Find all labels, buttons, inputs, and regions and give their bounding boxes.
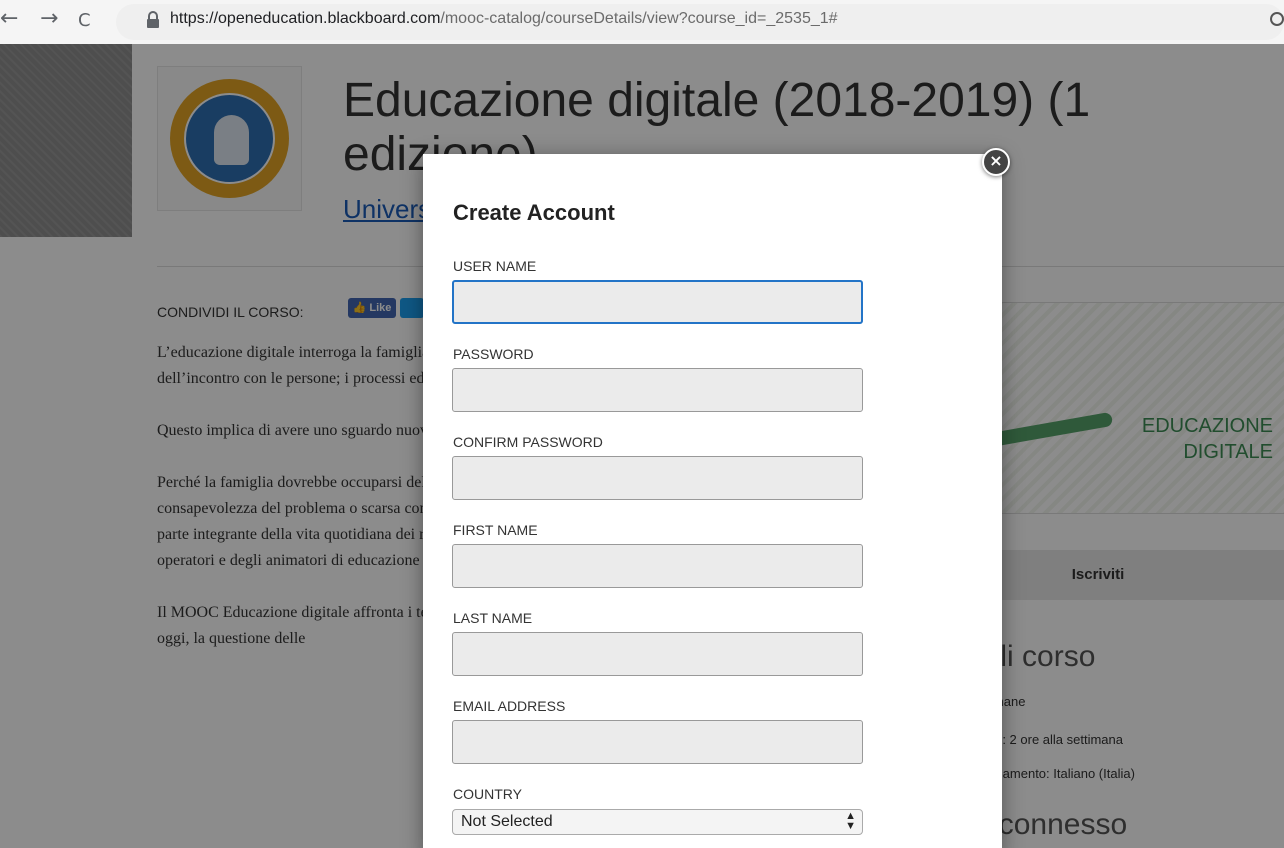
- forward-icon[interactable]: →: [40, 8, 58, 30]
- username-label: USER NAME: [453, 258, 537, 274]
- reload-icon[interactable]: C: [78, 10, 91, 32]
- country-select[interactable]: Not Selected ▲ ▼: [452, 809, 863, 835]
- select-arrows-icon: ▲ ▼: [845, 810, 856, 832]
- first-name-input[interactable]: [452, 544, 863, 588]
- country-select-value: Not Selected: [461, 813, 553, 830]
- confirm-password-input[interactable]: [452, 456, 863, 500]
- country-label: COUNTRY: [453, 786, 522, 802]
- page-content: Educazione digitale (2018-2019) (1 edizi…: [0, 44, 1284, 848]
- extension-icon[interactable]: [1270, 12, 1284, 26]
- url-path: /mooc-catalog/courseDetails/view?course_…: [440, 10, 838, 27]
- last-name-input[interactable]: [452, 632, 863, 676]
- password-input[interactable]: [452, 368, 863, 412]
- password-label: PASSWORD: [453, 346, 534, 362]
- close-icon[interactable]: ×: [982, 148, 1010, 176]
- email-input[interactable]: [452, 720, 863, 764]
- modal-title: Create Account: [453, 200, 615, 225]
- lock-icon: [147, 11, 159, 28]
- first-name-label: FIRST NAME: [453, 522, 538, 538]
- create-account-modal: Create Account USER NAME PASSWORD CONFIR…: [423, 154, 1002, 848]
- username-input[interactable]: [452, 280, 863, 324]
- confirm-password-label: CONFIRM PASSWORD: [453, 434, 603, 450]
- url-host: https://openeducation.blackboard.com: [170, 10, 441, 27]
- back-icon[interactable]: ←: [0, 8, 18, 30]
- browser-toolbar: ← → C https://openeducation.blackboard.c…: [0, 0, 1284, 44]
- url-text[interactable]: https://openeducation.blackboard.com/moo…: [170, 10, 838, 28]
- email-label: EMAIL ADDRESS: [453, 698, 566, 714]
- last-name-label: LAST NAME: [453, 610, 533, 626]
